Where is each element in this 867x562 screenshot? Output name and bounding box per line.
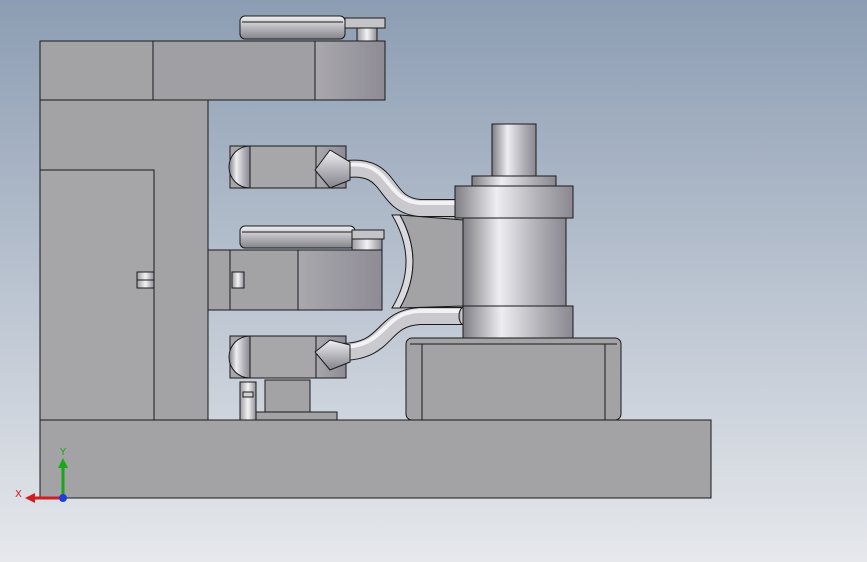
top-disc-screw[interactable]: [356, 27, 378, 42]
hex-nut-right[interactable]: [231, 271, 245, 289]
motor-flange-top[interactable]: [471, 175, 557, 187]
x-axis-label: X: [15, 489, 22, 500]
top-disc-tab[interactable]: [344, 17, 386, 29]
graphics-viewport[interactable]: Y X: [0, 0, 867, 562]
middle-block[interactable]: [207, 249, 299, 311]
middle-disc[interactable]: [239, 225, 356, 249]
top-arm-end[interactable]: [314, 40, 386, 101]
motor-bottom-flange[interactable]: [462, 305, 574, 339]
lower-support-foot[interactable]: [254, 411, 338, 421]
support-pin[interactable]: [239, 381, 257, 421]
frame-column-inner[interactable]: [39, 169, 155, 421]
middle-block-end[interactable]: [297, 249, 383, 311]
top-disc[interactable]: [239, 15, 346, 40]
model-canvas[interactable]: Y X: [0, 0, 867, 562]
middle-disc-collar[interactable]: [351, 238, 383, 251]
motor-housing[interactable]: [405, 337, 622, 421]
motor-body[interactable]: [462, 217, 567, 307]
base-plate[interactable]: [39, 419, 712, 499]
motor-shaft[interactable]: [491, 123, 537, 177]
middle-disc-tab[interactable]: [351, 229, 385, 240]
motor-flange[interactable]: [454, 185, 574, 219]
top-arm-block[interactable]: [152, 40, 316, 101]
y-axis-label: Y: [59, 447, 67, 458]
z-axis-dot: [59, 494, 67, 502]
